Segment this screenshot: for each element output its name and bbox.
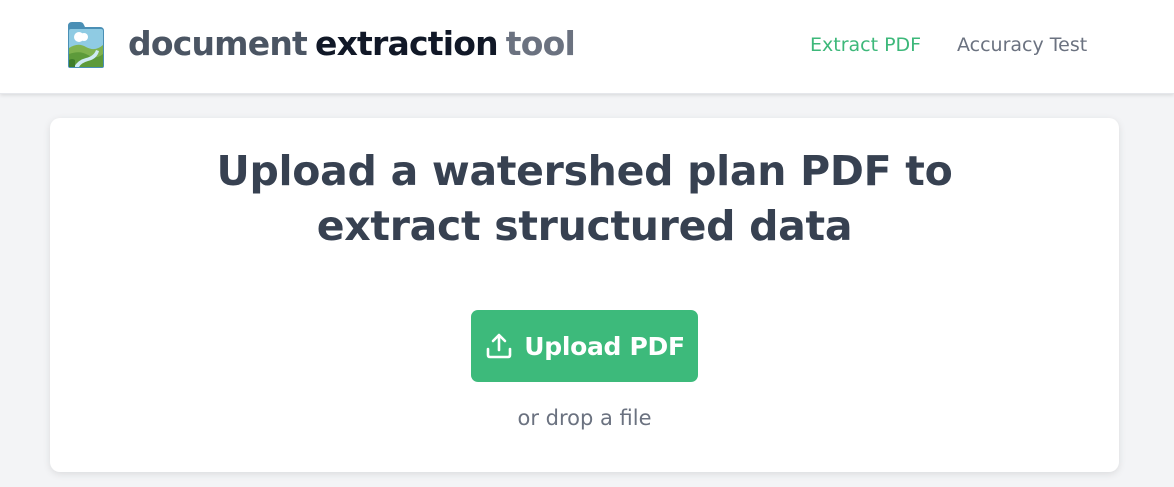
upload-card[interactable]: Upload a watershed plan PDF to extract s… [50,118,1119,472]
upload-pdf-button-label: Upload PDF [524,331,685,361]
page-title-line-1: Upload a watershed plan PDF to [216,147,953,195]
brand-word-document: document [128,24,308,63]
upload-icon [486,333,512,359]
nav-link-accuracy-test[interactable]: Accuracy Test [957,34,1087,56]
top-navigation-bar: document extraction tool Extract PDF Acc… [0,0,1174,94]
app-brand-title[interactable]: document extraction tool [128,24,576,68]
page-title: Upload a watershed plan PDF to extract s… [50,144,1119,254]
brand-word-extraction: extraction [314,24,499,63]
drop-file-hint: or drop a file [517,406,652,430]
brand-word-tool: tool [505,24,576,63]
upload-pdf-button[interactable]: Upload PDF [471,310,698,382]
watershed-landscape-icon[interactable] [66,20,106,70]
page-title-line-2: extract structured data [316,202,853,250]
nav-link-extract-pdf[interactable]: Extract PDF [810,34,921,56]
